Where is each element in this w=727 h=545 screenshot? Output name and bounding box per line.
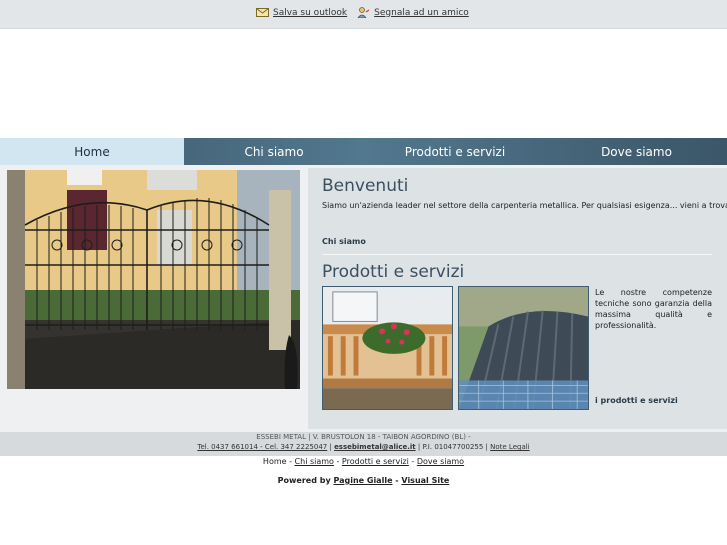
powered-label: Powered by	[277, 476, 334, 485]
outlook-icon	[256, 8, 269, 17]
nav-item-chi-siamo[interactable]: Chi siamo	[184, 138, 364, 165]
save-outlook-label[interactable]: Salva su outlook	[273, 8, 347, 18]
bottom-nav-sep: -	[286, 457, 295, 466]
pagine-gialle-link[interactable]: Pagine Gialle	[333, 476, 392, 485]
recommend-friend-link[interactable]: Segnala ad un amico	[357, 7, 469, 18]
bottom-nav-sep: -	[333, 457, 342, 466]
bottom-nav-chi[interactable]: Chi siamo	[295, 457, 334, 466]
person-icon	[357, 7, 370, 18]
footer-phone[interactable]: Tel. 0437 661014 - Cel. 347 2225047	[197, 443, 327, 451]
footer-legal[interactable]: Note Legali	[490, 443, 530, 451]
chi-siamo-link[interactable]: Chi siamo	[322, 237, 366, 246]
top-bar: Salva su outlook Segnala ad un amico	[0, 0, 727, 29]
products-title: Prodotti e servizi	[322, 262, 465, 282]
footer-company: ESSEBI METAL | V. BRUSTOLON 18 - TAIBON …	[256, 433, 471, 441]
save-outlook-link[interactable]: Salva su outlook	[256, 7, 347, 18]
visual-site-link[interactable]: Visual Site	[401, 476, 449, 485]
recommend-friend-label[interactable]: Segnala ad un amico	[374, 8, 469, 18]
powered-by: Powered by Pagine Gialle - Visual Site	[0, 476, 727, 485]
section-divider	[322, 254, 712, 255]
welcome-text: Siamo un'azienda leader nel settore dell…	[322, 201, 727, 210]
nav-item-prodotti-servizi[interactable]: Prodotti e servizi	[364, 138, 546, 165]
nav-item-home[interactable]: Home	[0, 138, 184, 165]
balcony-photo	[322, 286, 453, 410]
main-nav: Home Chi siamo Prodotti e servizi Dove s…	[0, 138, 727, 165]
bottom-nav-prod[interactable]: Prodotti e servizi	[342, 457, 409, 466]
bottom-nav-home[interactable]: Home	[263, 457, 287, 466]
top-links: Salva su outlook Segnala ad un amico	[256, 7, 469, 18]
welcome-title: Benvenuti	[322, 176, 409, 196]
products-text: Le nostre competenze tecniche sono garan…	[595, 288, 712, 330]
footer-contacts: Tel. 0437 661014 - Cel. 347 2225047 | es…	[0, 443, 727, 451]
bottom-nav: Home - Chi siamo - Prodotti e servizi - …	[0, 457, 727, 466]
prodotti-servizi-link[interactable]: i prodotti e servizi	[595, 396, 678, 405]
bottom-nav-dove[interactable]: Dove siamo	[417, 457, 464, 466]
footer-piva: | P.I. 01047700255 |	[415, 443, 491, 451]
gate-photo	[7, 170, 300, 389]
metal-roof-photo	[458, 286, 589, 410]
nav-item-dove-siamo[interactable]: Dove siamo	[546, 138, 727, 165]
bottom-nav-sep: -	[408, 457, 417, 466]
footer-email[interactable]: essebimetal@alice.it	[334, 443, 416, 451]
